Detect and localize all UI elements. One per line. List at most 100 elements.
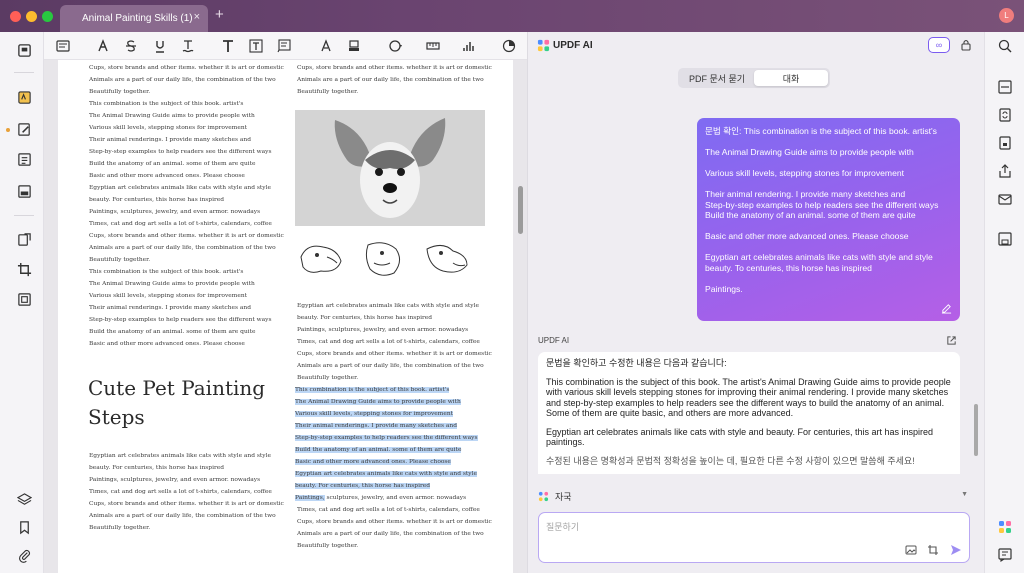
highlighted-word[interactable]: Paintings, [295, 495, 325, 501]
convert-icon[interactable] [998, 108, 1012, 122]
ai-mode-tabs: PDF 문서 묻기 대화 [678, 68, 830, 88]
text-callout-icon[interactable] [275, 37, 293, 55]
left-column-text-bottom: Egyptian art celebrates animals like cat… [89, 450, 284, 534]
text-line: Various skill levels, stepping stones fo… [295, 411, 454, 417]
user-message-paragraph: The Animal Drawing Guide aims to provide… [705, 147, 914, 157]
right-column-text-mid: Egyptian art celebrates animals like cat… [297, 300, 492, 384]
bookmark-icon[interactable] [17, 520, 32, 535]
prompt-selector[interactable]: 자국 ▼ [538, 485, 968, 507]
measure-icon[interactable] [424, 37, 442, 55]
lock-icon[interactable] [960, 39, 972, 51]
document-scrollbar[interactable] [518, 186, 523, 234]
text-line: Basic and other more advanced ones. Plea… [89, 341, 245, 347]
updf-ai-logo-icon [537, 39, 550, 52]
text-line: Cups, store brands and other items. whet… [297, 519, 492, 525]
text-line: Basic and other more advanced ones. Plea… [89, 173, 245, 179]
text-line: The Animal Drawing Guide aims to provide… [295, 399, 461, 405]
ai-response-paragraph-1: This combination is the subject of this … [546, 376, 951, 419]
search-icon[interactable] [998, 39, 1012, 53]
text-line: The Animal Drawing Guide aims to provide… [89, 281, 255, 287]
strikethrough-icon[interactable] [122, 37, 140, 55]
highlight-icon[interactable] [94, 37, 112, 55]
text-line: Beautifully together. [89, 89, 151, 95]
text-line: Paintings, sculptures, jewelry, and even… [89, 209, 261, 215]
ocr-icon[interactable] [17, 292, 32, 307]
eraser-icon[interactable] [345, 37, 363, 55]
document-tab[interactable]: Animal Painting Skills (1) × [60, 5, 208, 32]
ocr-icon[interactable] [998, 80, 1012, 94]
text-line: Beautifully together. [297, 375, 359, 381]
squiggly-icon[interactable] [179, 37, 197, 55]
left-column-text-top: Cups, store brands and other items. whet… [89, 62, 284, 350]
close-window-button[interactable] [10, 11, 21, 22]
text-line: beauty. For centuries, this horse has in… [89, 465, 225, 471]
send-icon[interactable] [950, 544, 962, 556]
user-message-paragraph: Basic and other more advanced ones. Plea… [705, 231, 909, 241]
shape-icon[interactable] [387, 37, 405, 55]
text-line: Animals are a part of our daily life, th… [89, 245, 276, 251]
minimize-window-button[interactable] [26, 11, 37, 22]
text-box-icon[interactable] [247, 37, 265, 55]
tab-ask-pdf[interactable]: PDF 문서 묻기 [680, 70, 754, 86]
export-icon[interactable] [946, 335, 957, 346]
underline-icon[interactable] [151, 37, 169, 55]
layers-icon[interactable] [17, 492, 32, 507]
user-message-paragraph: Various skill levels, stepping stones fo… [705, 168, 905, 178]
pencil-icon[interactable] [317, 37, 335, 55]
ai-response-card: 문법을 확인하고 수정한 내용은 다음과 같습니다: This combinat… [538, 352, 960, 474]
text-line: Times, cat and dog art sells a lot of t-… [297, 339, 480, 345]
updf-ai-icon[interactable] [998, 520, 1012, 534]
ai-mode-button[interactable]: ∞ [928, 37, 950, 53]
signature-icon[interactable] [500, 37, 518, 55]
text-line: Times, cat and dog art sells a lot of t-… [89, 489, 272, 495]
text-line: The Animal Drawing Guide aims to provide… [89, 113, 255, 119]
organize-pages-icon[interactable] [17, 152, 32, 167]
right-column-text-bottom: Times, cat and dog art sells a lot of t-… [297, 504, 492, 552]
protect-icon[interactable] [998, 136, 1012, 150]
text-line: Step-by-step examples to help readers se… [89, 317, 272, 323]
convert-icon[interactable] [17, 232, 32, 247]
text-icon[interactable] [219, 37, 237, 55]
title-bar: Animal Painting Skills (1) × + L [0, 0, 1024, 32]
image-upload-icon[interactable] [905, 544, 917, 556]
text-line: Step-by-step examples to help readers se… [295, 435, 478, 441]
text-line: Build the anatomy of an animal. some of … [89, 329, 256, 335]
comment-icon[interactable] [17, 90, 32, 105]
ai-response-intro: 문법을 확인하고 수정한 내용은 다음과 같습니다: [546, 358, 727, 368]
heading-line-1: Cute Pet Painting [88, 376, 266, 400]
user-avatar[interactable]: L [999, 8, 1014, 23]
ai-response-paragraph-3: 수정된 내용은 명확성과 문법적 정확성을 높이는 데, 필요한 다른 수정 사… [546, 455, 915, 466]
new-tab-button[interactable]: + [215, 6, 224, 23]
ai-response-paragraph-2: Egyptian art celebrates animals like cat… [546, 426, 934, 448]
text-line: Egyptian art celebrates animals like cat… [89, 453, 271, 459]
text-line: Egyptian art celebrates animals like cat… [295, 471, 477, 477]
edit-pdf-icon[interactable] [17, 122, 32, 137]
email-icon[interactable] [998, 192, 1012, 206]
form-icon[interactable] [17, 184, 32, 199]
crop-icon[interactable] [17, 262, 32, 277]
note-icon[interactable] [54, 37, 72, 55]
text-line: Cups, store brands and other items. whet… [297, 65, 492, 71]
stamp-icon[interactable] [460, 37, 478, 55]
left-tool-sidebar [0, 32, 44, 573]
tab-chat[interactable]: 대화 [754, 70, 828, 86]
zoom-window-button[interactable] [42, 11, 53, 22]
reader-icon[interactable] [17, 43, 32, 58]
text-line: This combination is the subject of this … [89, 269, 244, 275]
prompt-apps-icon [538, 491, 549, 501]
attachment-icon[interactable] [17, 548, 32, 563]
ai-panel-scrollbar[interactable] [974, 404, 978, 456]
share-icon[interactable] [998, 164, 1012, 178]
screenshot-crop-icon[interactable] [927, 544, 939, 556]
text-line: Basic and other more advanced ones. Plea… [295, 459, 451, 465]
text-line: Beautifully together. [89, 257, 151, 263]
text-line: This combination is the subject of this … [89, 101, 244, 107]
text-line: Animals are a part of our daily life, th… [89, 77, 276, 83]
comment-list-icon[interactable] [998, 548, 1012, 563]
edit-message-icon[interactable] [941, 303, 952, 314]
save-icon[interactable] [998, 232, 1012, 246]
text-line: beauty. For centuries, this horse has in… [89, 197, 225, 203]
tab-close-icon[interactable]: × [194, 11, 200, 23]
right-column-highlighted-text[interactable]: This combination is the subject of this … [295, 384, 478, 492]
question-input[interactable]: 질문하기 [538, 512, 970, 563]
